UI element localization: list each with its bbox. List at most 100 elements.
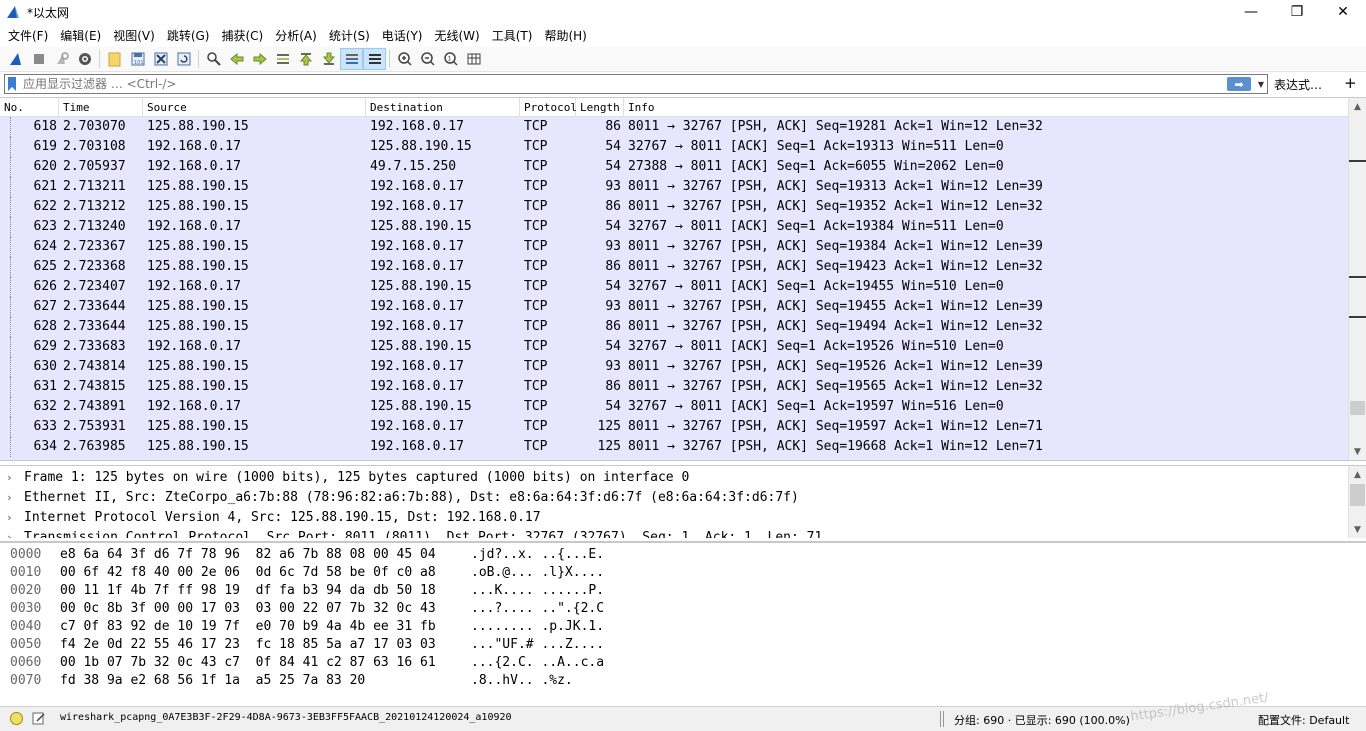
hex-ascii: ...K.... ......P. <box>471 583 605 598</box>
add-filter-button[interactable]: + <box>1344 74 1357 92</box>
expand-arrow-icon[interactable]: › <box>6 468 13 488</box>
column-no[interactable]: No. <box>0 98 59 117</box>
detail-text: Ethernet II, Src: ZteCorpo_a6:7b:88 (78:… <box>24 490 799 505</box>
packet-cell-no: 628 <box>33 319 57 334</box>
column-length[interactable]: Length <box>576 98 624 117</box>
last-packet-icon[interactable] <box>317 48 340 70</box>
expand-arrow-icon[interactable]: › <box>6 528 13 538</box>
maximize-button[interactable]: ❐ <box>1274 0 1320 24</box>
stop-icon[interactable] <box>27 48 50 70</box>
detail-row-ethernet[interactable]: › Ethernet II, Src: ZteCorpo_a6:7b:88 (7… <box>0 488 1348 508</box>
menu-statistics[interactable]: 统计(S) <box>323 27 376 44</box>
edit-comment-icon[interactable] <box>32 711 46 725</box>
packet-row[interactable]: 628 2.733644 125.88.190.15 192.168.0.17 TCP 8… <box>0 317 1348 337</box>
first-packet-icon[interactable] <box>294 48 317 70</box>
shark-fin-start-icon[interactable] <box>4 48 27 70</box>
open-folder-icon[interactable] <box>103 48 126 70</box>
packet-list-scrollbar[interactable]: ▲ ▼ <box>1348 98 1366 460</box>
hex-row[interactable]: 0030 00 0c 8b 3f 00 00 17 03 03 00 22 07 … <box>0 600 700 618</box>
back-arrow-icon[interactable] <box>225 48 248 70</box>
packet-row[interactable]: 633 2.753931 125.88.190.15 192.168.0.17 TCP 1… <box>0 417 1348 437</box>
hex-bytes: c7 0f 83 92 de 10 19 7f e0 70 b9 4a 4b e… <box>60 619 436 634</box>
scroll-thumb[interactable] <box>1350 401 1365 415</box>
column-info[interactable]: Info <box>624 98 1348 117</box>
packet-row[interactable]: 634 2.763985 125.88.190.15 192.168.0.17 TCP 1… <box>0 437 1348 457</box>
packet-row[interactable]: 623 2.713240 192.168.0.17 125.88.190.15 TCP 5… <box>0 217 1348 237</box>
menu-tools[interactable]: 工具(T) <box>486 27 539 44</box>
zoom-in-icon[interactable] <box>393 48 416 70</box>
restart-icon[interactable] <box>50 48 73 70</box>
menu-help[interactable]: 帮助(H) <box>538 27 592 44</box>
profile-label[interactable]: 配置文件: Default <box>1258 712 1349 728</box>
scroll-up-icon[interactable]: ▲ <box>1349 98 1366 115</box>
packet-row[interactable]: 625 2.723368 125.88.190.15 192.168.0.17 TCP 8… <box>0 257 1348 277</box>
autoscroll-icon[interactable] <box>340 48 363 70</box>
options-gear-icon[interactable] <box>73 48 96 70</box>
menu-telephony[interactable]: 电话(Y) <box>376 27 429 44</box>
resize-columns-icon[interactable] <box>462 48 485 70</box>
save-icon[interactable]: 101 <box>126 48 149 70</box>
display-filter-input[interactable] <box>19 75 1227 93</box>
menu-file[interactable]: 文件(F) <box>2 27 54 44</box>
column-source[interactable]: Source <box>143 98 366 117</box>
packet-row[interactable]: 629 2.733683 192.168.0.17 125.88.190.15 TCP 5… <box>0 337 1348 357</box>
scroll-thumb[interactable] <box>1350 484 1365 506</box>
expand-arrow-icon[interactable]: › <box>6 488 13 508</box>
packet-row[interactable]: 622 2.713212 125.88.190.15 192.168.0.17 TCP 8… <box>0 197 1348 217</box>
column-destination[interactable]: Destination <box>366 98 520 117</box>
details-scrollbar[interactable]: ▲ ▼ <box>1348 466 1366 538</box>
menu-bar: 文件(F) 编辑(E) 视图(V) 跳转(G) 捕获(C) 分析(A) 统计(S… <box>0 24 1366 46</box>
scroll-up-icon[interactable]: ▲ <box>1349 466 1366 483</box>
packet-cell-len: 54 <box>605 399 621 414</box>
menu-analyze[interactable]: 分析(A) <box>269 27 323 44</box>
column-protocol[interactable]: Protocol <box>520 98 577 117</box>
close-file-icon[interactable] <box>149 48 172 70</box>
column-time[interactable]: Time <box>59 98 143 117</box>
detail-row-frame[interactable]: › Frame 1: 125 bytes on wire (1000 bits)… <box>0 468 1348 488</box>
scroll-down-icon[interactable]: ▼ <box>1349 521 1366 538</box>
packet-cell-len: 54 <box>605 139 621 154</box>
expression-button[interactable]: 表达式… <box>1274 76 1322 93</box>
zoom-out-icon[interactable] <box>416 48 439 70</box>
hex-row[interactable]: 0040 c7 0f 83 92 de 10 19 7f e0 70 b9 4a … <box>0 618 700 636</box>
packet-row[interactable]: 626 2.723407 192.168.0.17 125.88.190.15 TCP 5… <box>0 277 1348 297</box>
reload-icon[interactable] <box>172 48 195 70</box>
packet-row[interactable]: 631 2.743815 125.88.190.15 192.168.0.17 TCP 8… <box>0 377 1348 397</box>
packet-row[interactable]: 619 2.703108 192.168.0.17 125.88.190.15 TCP 5… <box>0 137 1348 157</box>
hex-row[interactable]: 0000 e8 6a 64 3f d6 7f 78 96 82 a6 7b 88 … <box>0 546 700 564</box>
forward-arrow-icon[interactable] <box>248 48 271 70</box>
expert-info-icon[interactable] <box>10 712 23 725</box>
menu-go[interactable]: 跳转(G) <box>161 27 216 44</box>
packet-cell-no: 632 <box>33 399 57 414</box>
packet-row[interactable]: 621 2.713211 125.88.190.15 192.168.0.17 TCP 9… <box>0 177 1348 197</box>
close-button[interactable]: ✕ <box>1320 0 1366 24</box>
bookmark-icon[interactable] <box>5 75 19 93</box>
apply-filter-arrow-icon[interactable]: ➡ <box>1227 77 1251 91</box>
menu-view[interactable]: 视图(V) <box>107 27 161 44</box>
packet-row[interactable]: 632 2.743891 192.168.0.17 125.88.190.15 TCP 5… <box>0 397 1348 417</box>
hex-row[interactable]: 0060 00 1b 07 7b 32 0c 43 c7 0f 84 41 c2 … <box>0 654 700 672</box>
goto-packet-icon[interactable] <box>271 48 294 70</box>
detail-row-tcp[interactable]: › Transmission Control Protocol, Src Por… <box>0 528 1348 538</box>
filter-dropdown-icon[interactable]: ▼ <box>1255 75 1267 93</box>
find-icon[interactable] <box>202 48 225 70</box>
detail-row-ip[interactable]: › Internet Protocol Version 4, Src: 125.… <box>0 508 1348 528</box>
packet-row[interactable]: 627 2.733644 125.88.190.15 192.168.0.17 TCP 9… <box>0 297 1348 317</box>
packet-cell-len: 86 <box>605 259 621 274</box>
packet-row[interactable]: 620 2.705937 192.168.0.17 49.7.15.250 TCP 54 2… <box>0 157 1348 177</box>
packet-row[interactable]: 618 2.703070 125.88.190.15 192.168.0.17 TCP 8… <box>0 117 1348 137</box>
packet-row[interactable]: 624 2.723367 125.88.190.15 192.168.0.17 TCP 9… <box>0 237 1348 257</box>
menu-capture[interactable]: 捕获(C) <box>215 27 269 44</box>
packet-row[interactable]: 630 2.743814 125.88.190.15 192.168.0.17 TCP 9… <box>0 357 1348 377</box>
minimize-button[interactable]: — <box>1228 0 1274 24</box>
expand-arrow-icon[interactable]: › <box>6 508 13 528</box>
hex-row[interactable]: 0010 00 6f 42 f8 40 00 2e 06 0d 6c 7d 58 … <box>0 564 700 582</box>
hex-row[interactable]: 0020 00 11 1f 4b 7f ff 98 19 df fa b3 94 … <box>0 582 700 600</box>
scroll-down-icon[interactable]: ▼ <box>1349 443 1366 460</box>
menu-wireless[interactable]: 无线(W) <box>429 27 486 44</box>
hex-row[interactable]: 0050 f4 2e 0d 22 55 46 17 23 fc 18 85 5a … <box>0 636 700 654</box>
hex-row[interactable]: 0070 fd 38 9a e2 68 56 1f 1a a5 25 7a 83 … <box>0 672 700 690</box>
menu-edit[interactable]: 编辑(E) <box>54 27 107 44</box>
colorize-icon[interactable] <box>363 48 386 70</box>
zoom-normal-icon[interactable]: 1 <box>439 48 462 70</box>
